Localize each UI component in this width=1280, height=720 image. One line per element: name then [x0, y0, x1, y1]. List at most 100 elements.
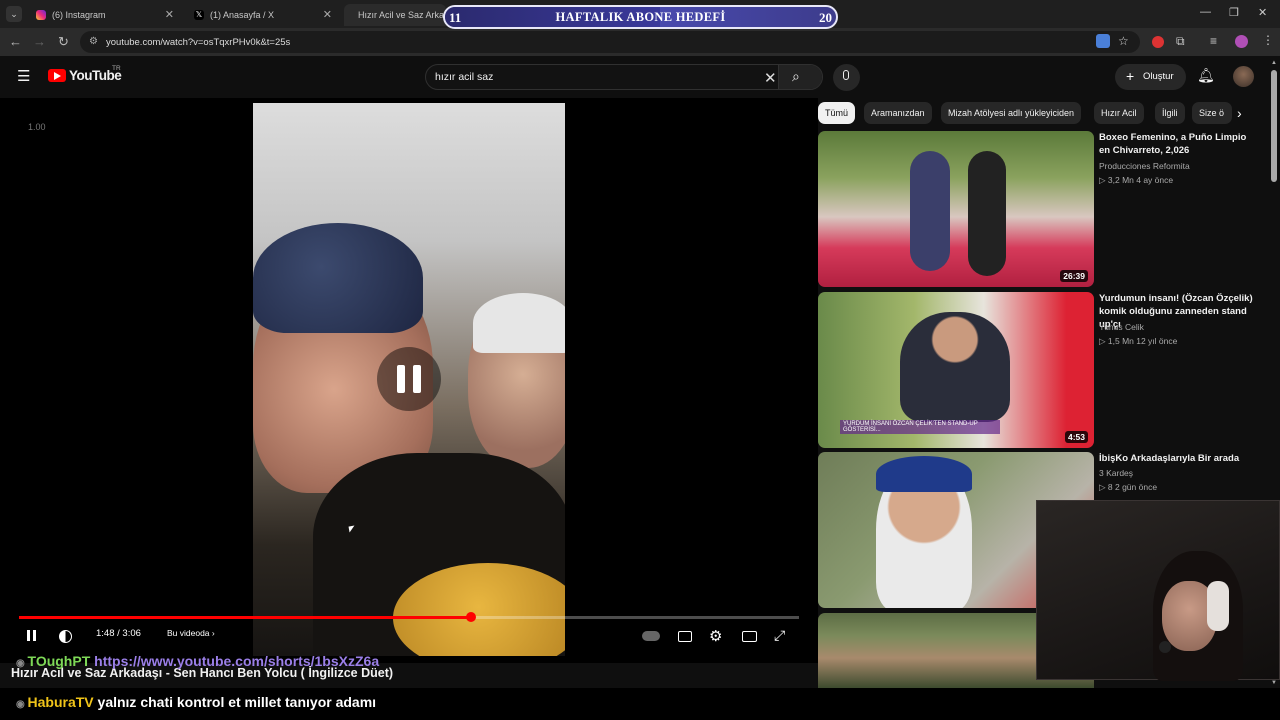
chat-message-2-bar: ◉ HaburaTV yalnız chati kontrol et mille…	[0, 688, 1280, 720]
seek-bar-played	[19, 616, 472, 619]
search-input[interactable]: hızır acil saz	[435, 71, 493, 83]
chip-for-you[interactable]: Size ö	[1192, 102, 1232, 124]
plus-icon: +	[1126, 68, 1135, 84]
chat-badge-icon: ◉	[16, 658, 28, 669]
notifications-bell-icon[interactable]: 🔔︎	[1197, 67, 1215, 84]
media-control-icon[interactable]: ≡	[1210, 34, 1217, 48]
channel-name[interactable]: 3 Kardeş	[1099, 468, 1133, 478]
extension-badge-icon[interactable]	[1152, 36, 1164, 48]
recommendation-thumbnail[interactable]: YURDUM İNSANI ÖZCAN ÇELİK'TEN STAND-UP G…	[818, 292, 1094, 448]
chips-next-chevron-icon[interactable]: ›	[1237, 105, 1242, 121]
volume-icon[interactable]	[59, 630, 72, 643]
boxer-figure	[910, 151, 950, 271]
forward-arrow-icon[interactable]: →	[33, 34, 46, 49]
tab-label: Hızır Acil ve Saz Arkad	[358, 10, 446, 20]
streamer-webcam	[1036, 500, 1280, 681]
chat-text: yalnız chati kontrol et millet tanıyor a…	[97, 694, 377, 710]
boxer-figure	[968, 151, 1006, 276]
back-arrow-icon[interactable]: ←	[9, 34, 22, 49]
url-text: youtube.com/watch?v=osTqxrPHv0k&t=25s	[106, 37, 291, 48]
video-beanie	[253, 223, 423, 333]
pause-small-bar-icon	[33, 630, 36, 641]
seek-bar[interactable]	[19, 612, 799, 622]
cap-shape	[876, 456, 972, 492]
chat-username: TOughPT	[27, 653, 91, 669]
profile-avatar-icon[interactable]	[1235, 35, 1248, 48]
chat-message-1: ◉ TOughPT https://www.youtube.com/shorts…	[16, 653, 379, 669]
autoplay-toggle-icon[interactable]	[642, 631, 660, 641]
tab-list-dropdown-icon[interactable]: ⌄	[6, 6, 22, 22]
search-box[interactable]: hızır acil saz ✕ ⌕	[425, 64, 823, 90]
close-tab-icon[interactable]: ✕	[165, 8, 174, 21]
recommendation-card[interactable]: YURDUM İNSANI ÖZCAN ÇELİK'TEN STAND-UP G…	[818, 292, 1268, 450]
page-scrollbar[interactable]: ▲ ▼	[1270, 60, 1278, 690]
video-frame[interactable]	[253, 103, 565, 656]
chat-username: HaburaTV	[27, 694, 94, 710]
recommendation-card[interactable]: 26:39 Boxeo Femenino, a Puño Limpio en C…	[818, 131, 1268, 289]
thumbnail-caption: YURDUM İNSANI ÖZCAN ÇELİK'TEN STAND-UP G…	[840, 420, 1000, 434]
subscriber-goal-banner: 11 HAFTALIK ABONE HEDEFİ 20	[443, 5, 838, 29]
restore-window-icon[interactable]: ❐	[1229, 6, 1239, 19]
account-avatar[interactable]	[1233, 66, 1254, 87]
goal-title: HAFTALIK ABONE HEDEFİ	[555, 10, 726, 24]
close-window-icon[interactable]: ✕	[1258, 6, 1267, 19]
extensions-puzzle-icon[interactable]: ⧉	[1176, 34, 1185, 49]
chip-related[interactable]: İlgili	[1155, 102, 1185, 124]
youtube-header: ☰ YouTube TR hızır acil saz ✕ ⌕ + Oluştu…	[0, 56, 1280, 98]
tab-youtube-active[interactable]: Hızır Acil ve Saz Arkad	[344, 4, 446, 26]
tab-instagram[interactable]: (6) Instagram ✕	[28, 4, 180, 26]
scrollbar-thumb[interactable]	[1271, 70, 1277, 182]
pause-button-icon[interactable]	[26, 630, 38, 642]
x-logo-icon: 𝕏	[194, 10, 204, 20]
voice-search-button[interactable]	[833, 64, 860, 91]
view-meta: ▷ 1,5 Mn 12 yıl önce	[1099, 336, 1178, 346]
channel-name[interactable]: Producciones Reformita	[1099, 161, 1190, 171]
recommendation-title[interactable]: İbişKo Arkadaşlarıyla Bir arada	[1099, 452, 1259, 465]
browser-toolbar: ← → ↻ ⚙ youtube.com/watch?v=osTqxrPHv0k&…	[0, 28, 1280, 56]
logo-play-triangle-icon	[54, 72, 61, 80]
address-bar[interactable]: ⚙ youtube.com/watch?v=osTqxrPHv0k&t=25s …	[80, 31, 1140, 53]
clear-search-icon[interactable]: ✕	[764, 69, 777, 87]
reload-icon[interactable]: ↻	[58, 34, 69, 50]
create-button[interactable]: + Oluştur	[1115, 64, 1186, 90]
theater-mode-icon[interactable]	[742, 631, 757, 642]
hamburger-menu-icon[interactable]: ☰	[17, 67, 30, 85]
search-icon: ⌕	[792, 68, 800, 84]
scroll-up-icon[interactable]: ▲	[1271, 60, 1277, 66]
tab-label: (1) Anasayfa / X	[210, 10, 275, 20]
translate-icon[interactable]	[1096, 34, 1110, 48]
filter-chip-bar: Tümü Aramanızdan Mizah Atölyesi adlı yük…	[818, 102, 1258, 124]
chip-uploader[interactable]: Mizah Atölyesi adlı yükleyiciden	[941, 102, 1082, 124]
microphone-icon	[843, 70, 849, 80]
recommendation-title[interactable]: Boxeo Femenino, a Puño Limpio en Chivarr…	[1099, 131, 1259, 157]
minimize-window-icon[interactable]: —	[1200, 6, 1211, 18]
pause-small-bar-icon	[27, 630, 30, 641]
subtitles-icon[interactable]	[678, 631, 692, 642]
headset-mic-icon	[1159, 641, 1171, 653]
channel-name[interactable]: Yunus Celik	[1099, 322, 1144, 332]
in-video-chapters-button[interactable]: Bu videoda ›	[167, 628, 215, 638]
presenter-figure	[900, 312, 1010, 422]
recommendation-thumbnail[interactable]: 26:39	[818, 131, 1094, 287]
search-button[interactable]: ⌕	[778, 65, 822, 89]
chip-from-search[interactable]: Aramanızdan	[864, 102, 932, 124]
site-info-icon[interactable]: ⚙	[89, 36, 98, 47]
tab-x[interactable]: 𝕏 (1) Anasayfa / X ✕	[186, 4, 338, 26]
video-player[interactable]: 1.00 1:48 / 3:06 Bu videoda › ⚙ ⤢	[0, 98, 818, 663]
chip-all[interactable]: Tümü	[818, 102, 856, 124]
bookmark-star-icon[interactable]: ☆	[1118, 34, 1129, 48]
fullscreen-icon[interactable]: ⤢	[774, 627, 785, 644]
chat-message-2: ◉ HaburaTV yalnız chati kontrol et mille…	[16, 694, 376, 710]
settings-gear-icon[interactable]: ⚙	[709, 627, 722, 645]
pause-bar-right-icon	[413, 365, 421, 393]
chip-hizir-acil[interactable]: Hızır Acil	[1094, 102, 1144, 124]
scroll-down-icon[interactable]: ▼	[1271, 680, 1277, 686]
close-tab-icon[interactable]: ✕	[323, 8, 332, 21]
mouse-cursor-icon	[348, 525, 356, 533]
goal-target: 20	[819, 10, 832, 25]
chat-text[interactable]: https://www.youtube.com/shorts/1bsXzZ6a	[94, 653, 379, 669]
pause-overlay-icon[interactable]	[377, 347, 441, 411]
video-white-hair	[473, 293, 565, 353]
view-meta: ▷ 3,2 Mn 4 ay önce	[1099, 175, 1174, 185]
browser-menu-icon[interactable]: ⋮	[1262, 33, 1274, 47]
